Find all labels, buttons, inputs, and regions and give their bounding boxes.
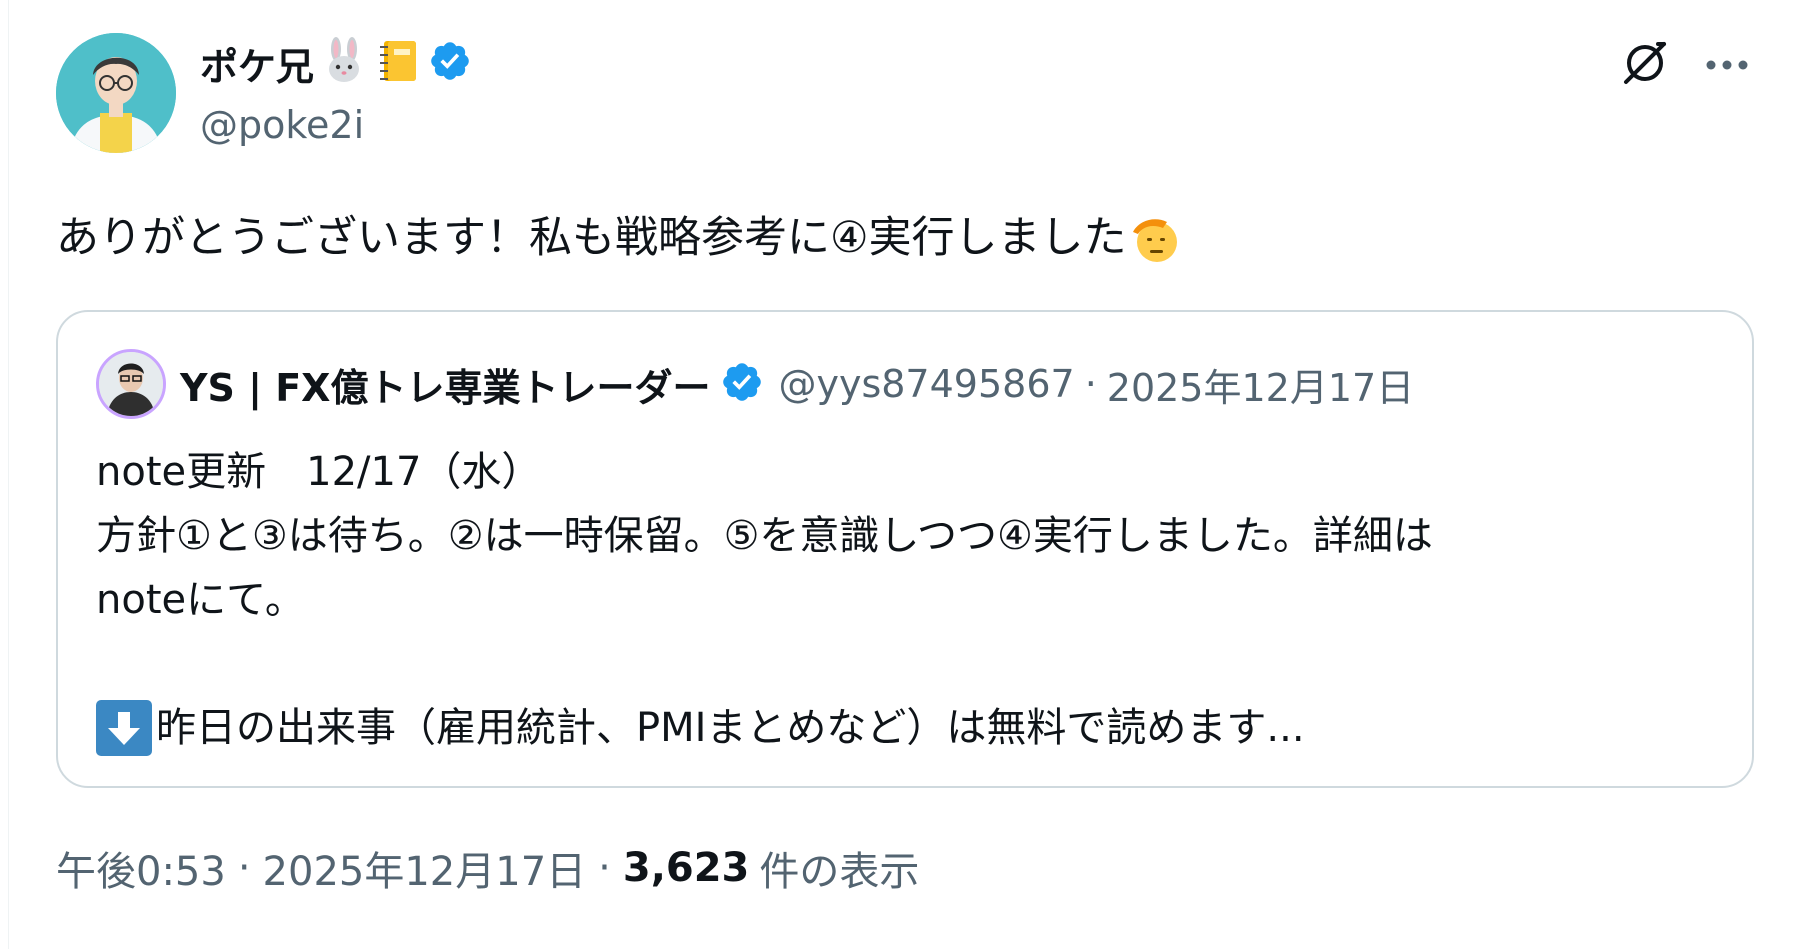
views-label: 件の表示 (759, 849, 920, 895)
quoted-tweet-header: YS | FX億トレ専業トレーダー @yys87495867 · 2025年12… (180, 356, 1414, 412)
author-display-name[interactable]: ポケ兄 (200, 37, 472, 89)
grok-button[interactable] (1618, 38, 1672, 92)
quoted-author-handle: @yys87495867 (778, 362, 1075, 406)
down-arrow-icon (96, 700, 152, 756)
author-name-text: ポケ兄 (200, 44, 315, 89)
saluting-face-icon (1129, 212, 1181, 264)
verified-badge-icon[interactable] (428, 39, 472, 87)
more-options-button[interactable] (1700, 38, 1754, 92)
quoted-text-line-with-icon: 昨日の出来事（雇用統計、PMIまとめなど）は無料で読めます... (96, 696, 1716, 760)
quoted-text-line-content: 昨日の出来事（雇用統計、PMIまとめなど）は無料で読めます... (156, 705, 1305, 751)
rabbit-face-icon (320, 37, 368, 89)
author-avatar[interactable] (56, 33, 176, 153)
quoted-tweet-card[interactable]: YS | FX億トレ専業トレーダー @yys87495867 · 2025年12… (56, 310, 1754, 788)
meta-separator: · (598, 845, 611, 891)
quoted-text-line: noteにて。 (96, 577, 305, 623)
grok-icon (1620, 38, 1670, 92)
quoted-tweet-text: note更新 12/17（水） 方針①と③は待ち。②は一時保留。⑤を意識しつつ④… (96, 440, 1716, 760)
tweet-date-link[interactable]: 2025年12月17日 (263, 839, 587, 897)
quoted-text-line: 方針①と③は待ち。②は一時保留。⑤を意識しつつ④実行しました。詳細は (96, 513, 1433, 559)
author-handle[interactable]: @poke2i (200, 103, 364, 147)
quoted-tweet-date: 2025年12月17日 (1106, 365, 1415, 410)
quoted-text-line: note更新 12/17（水） (96, 449, 542, 495)
tweet-text-content: ありがとうございます！私も戦略参考に④実行しました (56, 213, 1127, 263)
quoted-header-separator: · (1084, 362, 1097, 406)
more-dots-icon (1705, 56, 1749, 75)
views-count: 3,623 (622, 845, 750, 891)
meta-separator: · (237, 845, 251, 891)
quoted-author-avatar[interactable] (96, 349, 166, 419)
tweet-detail: ポケ兄 @poke2i ありがとうございます！私も戦略参考に④実行しました YS… (0, 0, 1808, 949)
tweet-meta: 午後0:53 · 2025年12月17日 · 3,623 件の表示 (56, 838, 919, 898)
column-border (8, 0, 9, 949)
tweet-text: ありがとうございます！私も戦略参考に④実行しました (56, 208, 1181, 268)
quoted-text-line (96, 632, 1716, 696)
notebook-icon (374, 37, 422, 89)
tweet-time-link[interactable]: 午後0:53 (56, 839, 226, 897)
quoted-author-name: YS | FX億トレ専業トレーダー (180, 365, 711, 410)
verified-badge-icon (720, 360, 764, 408)
